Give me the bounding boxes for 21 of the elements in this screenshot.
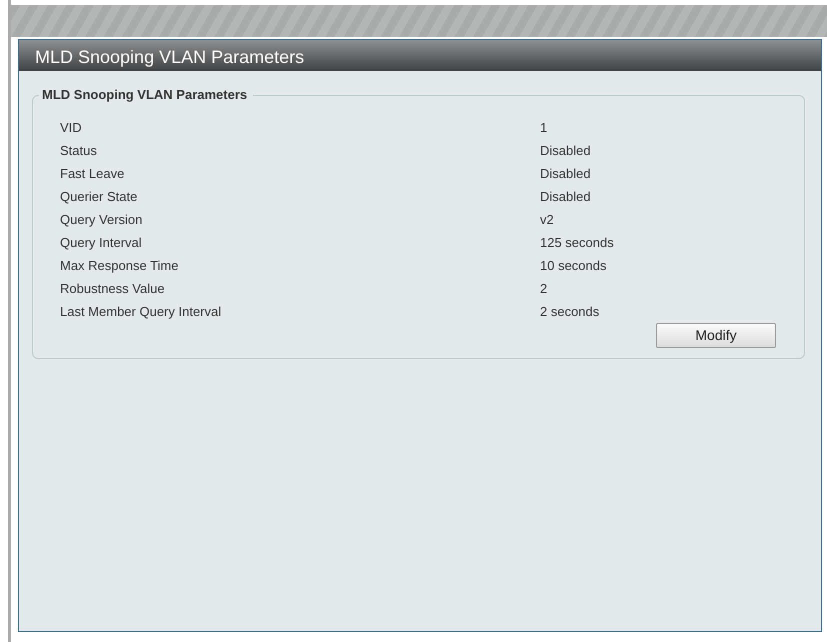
field-value: 10 seconds (540, 257, 606, 275)
field-value: Disabled (540, 142, 591, 160)
modify-button[interactable]: Modify (656, 323, 776, 348)
field-value: 1 (540, 119, 548, 137)
field-value: v2 (540, 211, 554, 229)
field-value: 125 seconds (540, 234, 614, 252)
field-label: VID (60, 119, 83, 137)
field-label: Max Response Time (60, 257, 180, 275)
fieldset-legend: MLD Snooping VLAN Parameters (39, 87, 254, 103)
dialog-title: MLD Snooping VLAN Parameters (19, 40, 821, 71)
field-label: Last Member Query Interval (60, 303, 222, 321)
field-label: Query Interval (60, 234, 143, 252)
field-label: Query Version (60, 211, 144, 229)
field-value: Disabled (540, 188, 591, 206)
field-value: 2 (540, 280, 548, 298)
field-label: Robustness Value (60, 280, 166, 298)
field-label: Fast Leave (60, 165, 126, 183)
field-label: Querier State (60, 188, 138, 206)
field-label: Status (60, 142, 98, 160)
field-value: Disabled (540, 165, 591, 183)
field-value: 2 seconds (540, 303, 600, 321)
